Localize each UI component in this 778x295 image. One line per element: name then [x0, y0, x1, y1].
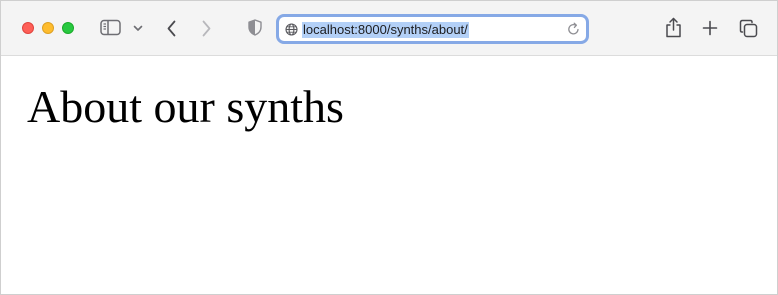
page-heading: About our synths — [27, 81, 344, 132]
tabs-overview-icon[interactable] — [739, 19, 758, 38]
chevron-right-icon[interactable] — [201, 20, 212, 37]
address-bar[interactable]: localhost:8000/synths/about/ — [276, 14, 589, 44]
shield-icon[interactable] — [248, 19, 262, 36]
sidebar-icon[interactable] — [100, 19, 121, 36]
page-content: About our synths — [1, 56, 777, 294]
window-close-button[interactable] — [22, 22, 34, 34]
window-maximize-button[interactable] — [62, 22, 74, 34]
chevron-left-icon[interactable] — [166, 20, 177, 37]
plus-icon[interactable] — [702, 20, 718, 36]
chevron-down-icon[interactable] — [133, 25, 143, 32]
browser-toolbar: localhost:8000/synths/about/ — [1, 1, 777, 56]
browser-window: localhost:8000/synths/about/ About our s… — [0, 0, 778, 295]
url-text[interactable]: localhost:8000/synths/about/ — [302, 22, 469, 38]
window-minimize-button[interactable] — [42, 22, 54, 34]
reload-icon[interactable] — [567, 22, 580, 41]
share-icon[interactable] — [665, 17, 682, 38]
globe-icon — [285, 23, 298, 41]
